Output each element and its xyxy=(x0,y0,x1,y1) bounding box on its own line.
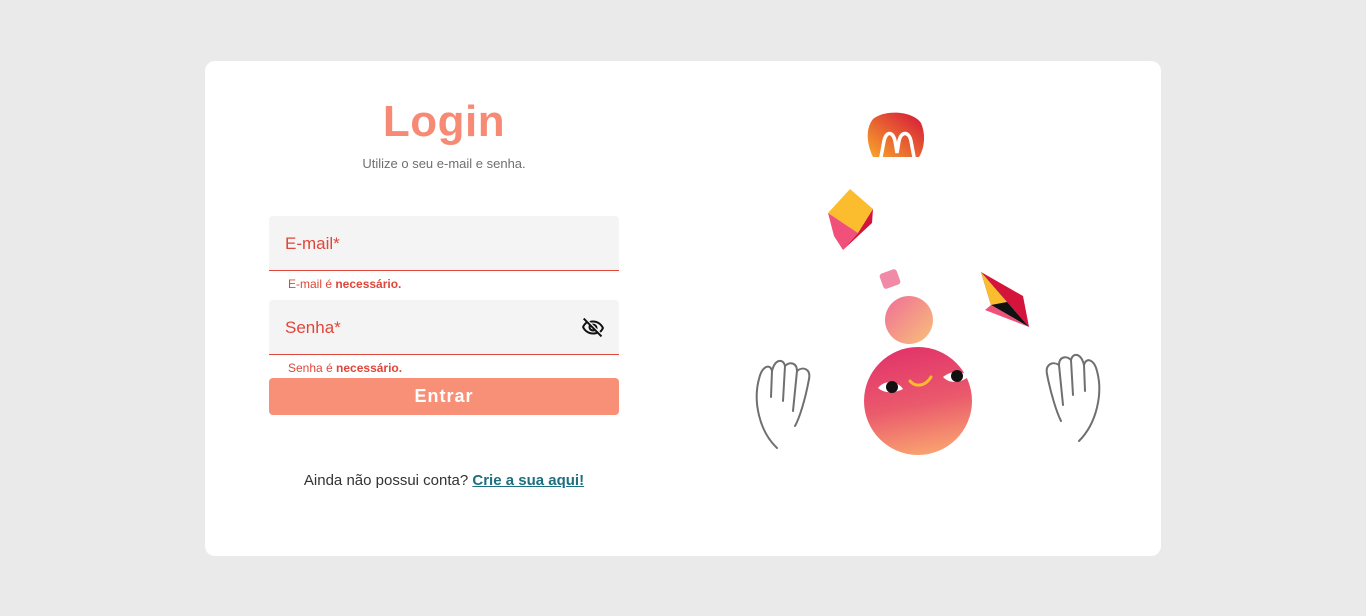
password-input[interactable] xyxy=(285,316,569,342)
eye-off-icon[interactable] xyxy=(581,316,605,340)
email-error-emphasis: necessário. xyxy=(335,277,402,291)
password-error-emphasis: necessário. xyxy=(336,361,403,375)
small-cube-icon xyxy=(879,269,901,289)
login-illustration xyxy=(755,112,1101,455)
ball-icon xyxy=(885,296,933,344)
password-error: Senha é necessário. xyxy=(288,361,402,375)
email-field[interactable]: E-mail* xyxy=(269,216,619,271)
signup-link[interactable]: Crie a sua aqui! xyxy=(472,472,584,489)
signup-prompt: Ainda não possui conta? Crie a sua aqui! xyxy=(269,472,619,489)
email-error-text: E-mail é xyxy=(288,277,336,291)
password-field[interactable]: Senha* xyxy=(269,300,619,355)
password-error-text: Senha é xyxy=(288,361,337,375)
signup-prompt-text: Ainda não possui conta? xyxy=(303,472,473,489)
cube-icon xyxy=(828,189,873,250)
logo-icon xyxy=(867,112,925,159)
login-button[interactable]: Entrar xyxy=(269,378,619,415)
left-hand-icon xyxy=(755,359,811,449)
page-subtitle: Utilize o seu e-mail e senha. xyxy=(362,156,526,171)
email-error: E-mail é necessário. xyxy=(288,277,401,291)
face-icon xyxy=(864,347,972,455)
pyramid-icon xyxy=(981,272,1029,327)
right-hand-icon xyxy=(1045,353,1101,442)
email-input[interactable] xyxy=(285,232,569,258)
page-title: Login xyxy=(382,97,506,146)
login-card: Login Utilize o seu e-mail e senha. E-ma… xyxy=(205,61,1161,556)
